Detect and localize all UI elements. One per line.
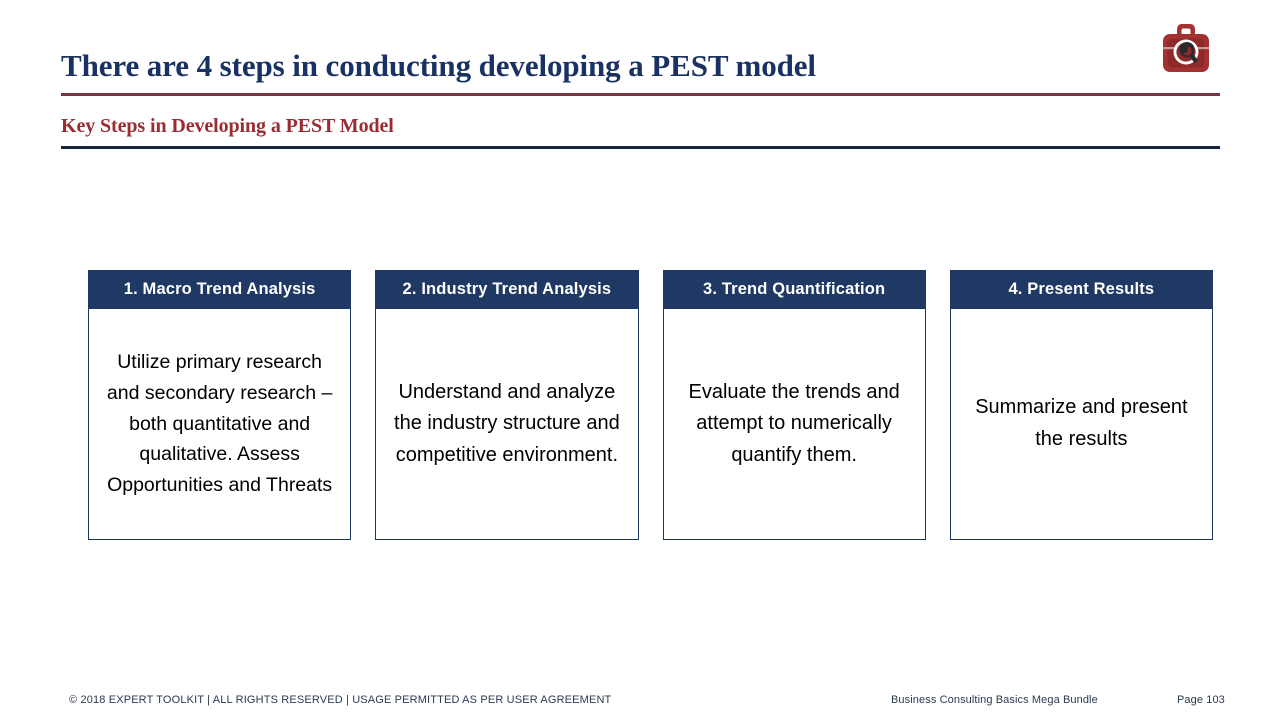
page-title: There are 4 steps in conducting developi… (61, 48, 816, 83)
steps-card-row: 1. Macro Trend Analysis Utilize primary … (88, 270, 1213, 540)
step-card-2-body: Understand and analyze the industry stru… (375, 309, 639, 540)
step-card-2-header: 2. Industry Trend Analysis (375, 270, 639, 309)
divider-red (61, 93, 1220, 96)
step-card-4-body: Summarize and present the results (949, 309, 1213, 540)
page-subtitle: Key Steps in Developing a PEST Model (61, 115, 394, 137)
step-card-4-header: 4. Present Results (949, 270, 1213, 309)
divider-navy (61, 146, 1220, 149)
step-card-4-text: Summarize and present the results (975, 396, 1188, 450)
step-card-2-text: Understand and analyze the industry stru… (394, 380, 620, 466)
step-card-1-body: Utilize primary research and secondary r… (88, 309, 352, 540)
step-card-1-text: Utilize primary research and secondary r… (106, 351, 333, 497)
step-card-3[interactable]: 3. Trend Quantification Evaluate the tre… (662, 270, 926, 540)
footer-copyright: © 2018 EXPERT TOOLKIT | ALL RIGHTS RESER… (69, 694, 612, 706)
step-card-2[interactable]: 2. Industry Trend Analysis Understand an… (375, 270, 639, 540)
footer-bundle-name: Business Consulting Basics Mega Bundle (891, 694, 1098, 706)
step-card-3-header: 3. Trend Quantification (662, 270, 926, 309)
step-card-3-body: Evaluate the trends and attempt to numer… (662, 309, 926, 540)
step-card-4[interactable]: 4. Present Results Summarize and present… (949, 270, 1213, 540)
footer-page-number: Page 103 (1177, 694, 1225, 706)
step-card-1[interactable]: 1. Macro Trend Analysis Utilize primary … (88, 270, 352, 540)
slide-canvas: There are 4 steps in conducting developi… (0, 0, 1280, 720)
toolbox-wrench-logo (1155, 17, 1217, 79)
step-card-1-header: 1. Macro Trend Analysis (88, 270, 352, 309)
step-card-3-text: Evaluate the trends and attempt to numer… (688, 380, 900, 466)
